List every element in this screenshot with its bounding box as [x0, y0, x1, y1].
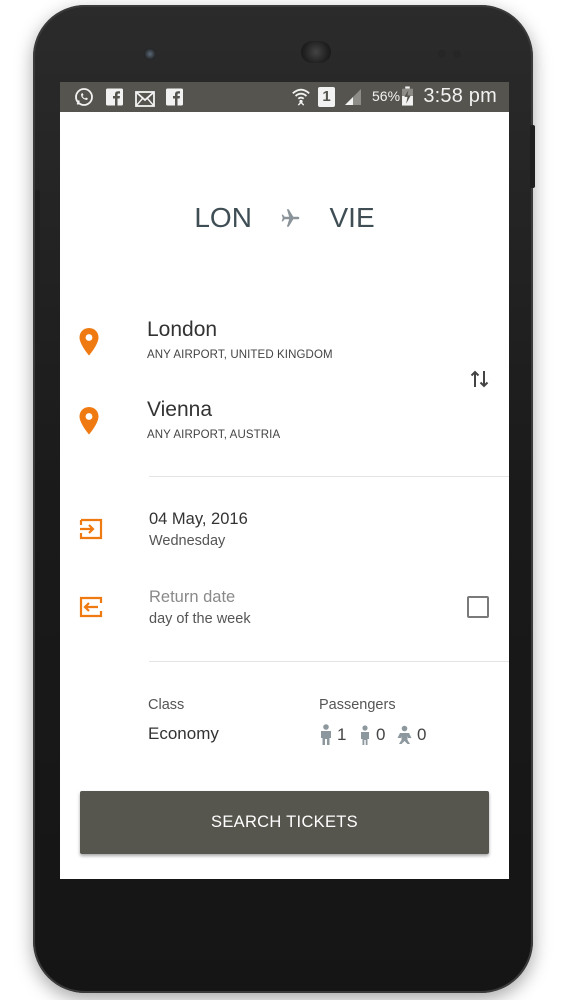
- proximity-sensor: [438, 50, 446, 58]
- facebook-icon: [166, 88, 183, 106]
- infant-icon: [397, 725, 412, 744]
- adult-passengers[interactable]: 1: [319, 723, 346, 747]
- battery-charging-icon: [402, 86, 413, 106]
- departure-login-icon: [79, 518, 103, 540]
- class-label: Class: [148, 697, 185, 713]
- origin-city[interactable]: London: [147, 318, 217, 342]
- status-bar: 1 56% 3:58 pm: [60, 82, 509, 112]
- destination-location-pin-icon: [79, 407, 99, 435]
- route-header: LON VIE: [60, 200, 509, 234]
- destination-code: VIE: [329, 201, 375, 233]
- departure-weekday[interactable]: Wednesday: [149, 533, 225, 549]
- return-date-placeholder[interactable]: Return date: [149, 588, 235, 607]
- infant-count: 0: [417, 725, 427, 744]
- search-tickets-button[interactable]: SEARCH TICKETS: [80, 791, 489, 854]
- earpiece-speaker: [301, 41, 331, 63]
- passengers-label: Passengers: [319, 697, 396, 713]
- battery-percent: 56%: [372, 88, 401, 104]
- power-button: [530, 125, 535, 188]
- swap-direction-icon[interactable]: [468, 367, 492, 391]
- mail-icon: [135, 91, 155, 107]
- front-camera: [144, 48, 156, 60]
- app-screen: 1 56% 3:58 pm LON VIE London ANY AIRPORT…: [60, 82, 509, 879]
- divider: [149, 661, 509, 662]
- adult-count: 1: [337, 725, 347, 744]
- origin-code: LON: [194, 201, 252, 233]
- whatsapp-icon: [75, 88, 93, 106]
- wifi-icon: [292, 88, 310, 106]
- child-passengers[interactable]: 0: [358, 723, 385, 747]
- clock: 3:58 pm: [423, 85, 497, 107]
- child-icon: [361, 725, 369, 745]
- destination-airport[interactable]: ANY AIRPORT, AUSTRIA: [147, 429, 280, 441]
- child-count: 0: [376, 725, 386, 744]
- sim-indicator: 1: [318, 87, 335, 107]
- return-date-checkbox[interactable]: [467, 596, 489, 618]
- return-logout-icon: [79, 596, 103, 618]
- airplane-icon: [281, 208, 299, 227]
- departure-date[interactable]: 04 May, 2016: [149, 510, 248, 529]
- divider: [149, 476, 509, 477]
- infant-passengers[interactable]: 0: [396, 723, 426, 747]
- origin-location-pin-icon: [79, 328, 99, 356]
- destination-city[interactable]: Vienna: [147, 398, 212, 422]
- class-value[interactable]: Economy: [148, 724, 219, 744]
- signal-icon: [345, 89, 361, 105]
- origin-airport[interactable]: ANY AIRPORT, UNITED KINGDOM: [147, 349, 333, 361]
- light-sensor: [453, 50, 461, 58]
- return-weekday-placeholder[interactable]: day of the week: [149, 611, 251, 627]
- volume-button: [35, 190, 40, 345]
- adult-icon: [321, 724, 331, 745]
- facebook-icon: [106, 88, 123, 106]
